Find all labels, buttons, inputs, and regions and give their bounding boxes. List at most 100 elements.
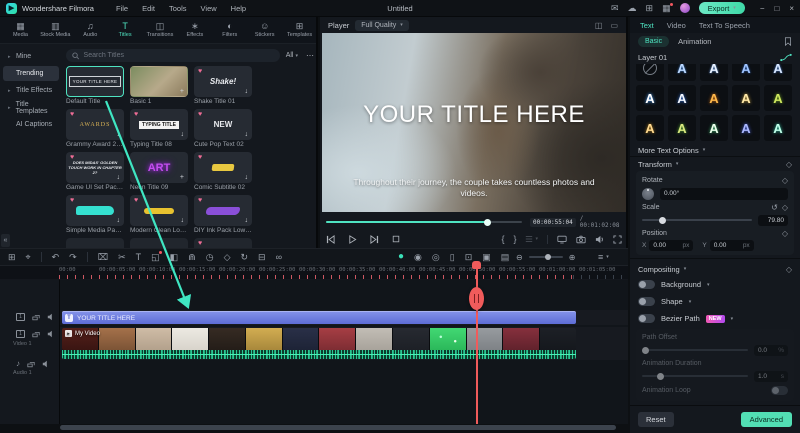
media-tab[interactable]: ▥ Stock Media: [39, 22, 72, 38]
text-style-preset[interactable]: A: [732, 115, 760, 141]
animation-duration-slider[interactable]: [642, 375, 748, 377]
more-text-options[interactable]: More Text Options▾: [630, 144, 800, 157]
zoom-out-icon[interactable]: ⊖: [516, 253, 523, 262]
preview-viewport[interactable]: YOUR TITLE HERE Throughout their journey…: [322, 33, 626, 212]
animation-duration-value[interactable]: 1.0s: [754, 371, 788, 382]
sidebar-item[interactable]: Trending: [3, 66, 59, 81]
download-icon[interactable]: ↓: [117, 174, 121, 181]
fullscreen-icon[interactable]: [613, 235, 622, 244]
menu-item[interactable]: File: [116, 4, 128, 13]
undo-icon[interactable]: ↶: [52, 253, 60, 262]
download-icon[interactable]: ↓: [181, 217, 185, 224]
playhead-grab-cursor[interactable]: [469, 287, 484, 310]
minimize-button[interactable]: −: [760, 4, 765, 13]
text-style-preset[interactable]: A: [700, 64, 728, 81]
split-icon[interactable]: ✂: [118, 253, 126, 262]
template-item[interactable]: [66, 238, 124, 248]
reset-icon[interactable]: ↺: [771, 203, 778, 212]
favorite-heart-icon[interactable]: ♥: [134, 197, 138, 204]
avatar[interactable]: [680, 3, 690, 13]
text-style-preset[interactable]: A: [700, 115, 728, 141]
download-icon[interactable]: ↓: [245, 88, 249, 95]
favorite-heart-icon[interactable]: ♥: [134, 111, 138, 118]
media-tab[interactable]: ◐ Filters: [213, 22, 246, 38]
seek-bar[interactable]: [326, 221, 522, 223]
menu-item[interactable]: Edit: [142, 4, 155, 13]
preview-title-text[interactable]: YOUR TITLE HERE: [322, 101, 626, 129]
template-item[interactable]: ♥: [194, 238, 252, 248]
maximize-button[interactable]: □: [774, 4, 779, 13]
track-height-icon[interactable]: ≡: [598, 252, 603, 262]
animation-loop-toggle[interactable]: [771, 386, 788, 395]
scale-slider[interactable]: [642, 219, 752, 221]
more-options-button[interactable]: ⋯: [306, 51, 314, 60]
timeline-scrollbar[interactable]: [60, 425, 616, 430]
select-tool-icon[interactable]: ⌖: [26, 253, 31, 262]
timeline-ruler[interactable]: 00:0000:00:05:0000:00:10:0000:00:15:0000…: [0, 266, 628, 280]
sidebar-item[interactable]: AI Captions: [3, 117, 59, 132]
copy-icon[interactable]: ⊟: [258, 253, 266, 262]
quality-dropdown[interactable]: Full Quality▾: [355, 20, 409, 31]
share-icon[interactable]: ✉: [611, 4, 619, 13]
track-manager-icon[interactable]: ⊞: [8, 253, 16, 262]
template-item[interactable]: ♥ ↓ Simple Media Pack Lo...: [66, 195, 124, 236]
previous-frame-button[interactable]: [326, 235, 335, 244]
mask-icon[interactable]: ◧: [170, 253, 179, 262]
mark-out-icon[interactable]: }: [513, 234, 516, 244]
audio-denoise-icon[interactable]: ◉: [414, 253, 422, 262]
display-device-icon[interactable]: [557, 235, 567, 244]
media-tab[interactable]: ☺ Stickers: [248, 22, 281, 38]
toggle-switch[interactable]: [638, 297, 655, 306]
mic-record-icon[interactable]: ▯: [450, 253, 455, 262]
property-tab[interactable]: Video: [667, 21, 686, 30]
text-style-preset[interactable]: A: [764, 85, 792, 111]
template-item[interactable]: ♥ Shake! ↓ Shake Title 01: [194, 66, 252, 107]
preview-subtitle-text[interactable]: Throughout their journey, the couple tak…: [349, 177, 599, 200]
keyframe-diamond-icon[interactable]: ◇: [786, 265, 792, 274]
stop-button[interactable]: [392, 235, 400, 243]
fit-timeline-icon[interactable]: ▤: [501, 253, 510, 262]
sidebar-item[interactable]: ▸ Title Effects: [3, 83, 59, 98]
snapshot-icon[interactable]: ▣: [482, 253, 491, 262]
mute-icon[interactable]: [47, 330, 55, 338]
favorite-heart-icon[interactable]: ♥: [198, 240, 202, 247]
sidebar-item[interactable]: ▸ Title Templates: [3, 100, 59, 115]
menu-item[interactable]: Help: [231, 4, 246, 13]
export-button[interactable]: Export▾: [699, 2, 745, 14]
marker-list-icon[interactable]: ▾: [525, 235, 538, 243]
media-tab[interactable]: ♫ Audio: [74, 22, 107, 38]
template-item[interactable]: [130, 238, 188, 248]
template-item[interactable]: ♥ ↓ Comic Subtitle 02: [194, 152, 252, 193]
subtrack-icon[interactable]: [32, 330, 40, 338]
save-preset-icon[interactable]: [784, 37, 792, 46]
chevron-down-icon[interactable]: ▾: [606, 254, 609, 260]
keyframe-diamond-icon[interactable]: ◇: [782, 176, 788, 185]
download-icon[interactable]: +: [180, 174, 184, 181]
rotate-dial[interactable]: [642, 188, 654, 200]
speed-icon[interactable]: ◷: [206, 253, 214, 262]
redo-icon[interactable]: ↷: [69, 253, 77, 262]
mini-player-icon[interactable]: ▭: [610, 21, 618, 30]
keyframe-diamond-icon[interactable]: ◇: [782, 229, 788, 238]
mark-in-icon[interactable]: {: [501, 234, 504, 244]
download-icon[interactable]: ↓: [117, 131, 121, 138]
favorite-heart-icon[interactable]: ♥: [70, 154, 74, 161]
cloud-icon[interactable]: ☁: [628, 4, 637, 13]
text-style-preset[interactable]: A: [668, 85, 696, 111]
media-tab[interactable]: ∗ Effects: [178, 22, 211, 38]
template-item[interactable]: ♥ ↓ DIY Ink Pack Lowerthi...: [194, 195, 252, 236]
zoom-in-icon[interactable]: ⊕: [569, 253, 576, 262]
template-item[interactable]: ♥ TYPING TITLE ↓ Typing Title 08: [130, 109, 188, 150]
template-item[interactable]: ART + Neon Title 09: [130, 152, 188, 193]
path-offset-slider[interactable]: [642, 349, 748, 351]
magnet-icon[interactable]: ⋒: [188, 253, 196, 262]
export-clip-icon[interactable]: ⊡: [465, 253, 473, 262]
template-item[interactable]: ♥ ↓ Modern Clean Lower ...: [130, 195, 188, 236]
download-icon[interactable]: ↓: [181, 131, 185, 138]
timeline-zoom-slider[interactable]: [529, 256, 563, 258]
text-tool-icon[interactable]: T: [136, 253, 142, 262]
tab-animation[interactable]: Animation: [678, 37, 711, 46]
keyframe-diamond-icon[interactable]: ◇: [786, 160, 792, 169]
play-button[interactable]: [348, 235, 357, 244]
template-item[interactable]: ♥ AWARDS ↓ Grammy Award 2024 ...: [66, 109, 124, 150]
